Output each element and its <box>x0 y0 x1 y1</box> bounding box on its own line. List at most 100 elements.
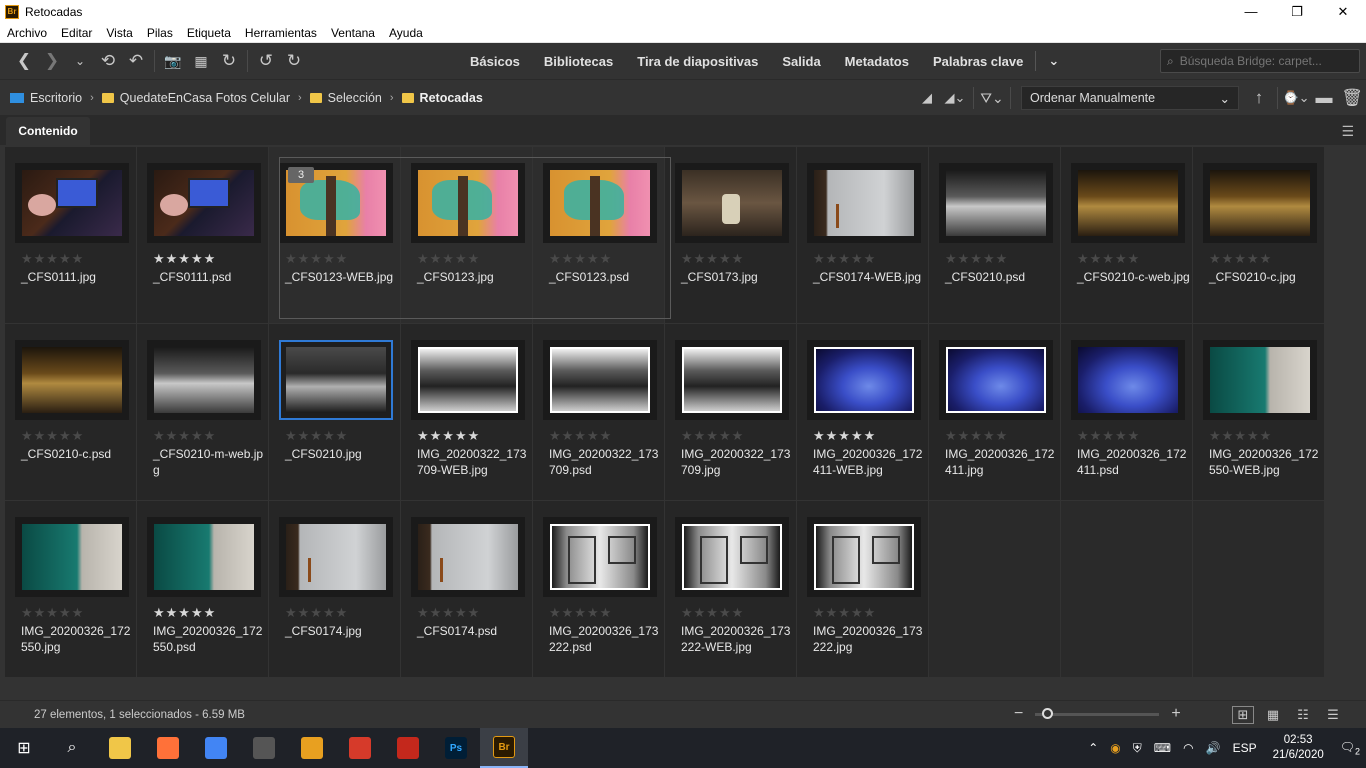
search-box[interactable]: ⌕ <box>1160 49 1360 73</box>
thumbnail-item[interactable]: ★★★★★ IMG_20200326_173222.jpg <box>797 501 928 677</box>
menu-etiqueta[interactable]: Etiqueta <box>180 26 238 40</box>
thumbnail-item[interactable]: ★★★★★ IMG_20200326_172550-WEB.jpg <box>1193 324 1324 500</box>
rating-stars[interactable]: ★★★★★ <box>417 428 480 444</box>
thumbnail-frame[interactable] <box>543 163 657 243</box>
thumbnail-item[interactable]: ★★★★★ _CFS0210-m-web.jpg <box>137 324 268 500</box>
chevron-right-icon[interactable]: › <box>390 92 394 104</box>
thumbnail-frame[interactable] <box>939 163 1053 243</box>
rating-stars[interactable]: ★★★★★ <box>153 251 216 267</box>
zoom-out-icon[interactable]: − <box>1014 705 1023 723</box>
zoom-in-icon[interactable]: + <box>1171 705 1180 723</box>
thumbnail-item[interactable]: ★★★★★ _CFS0210-c.psd <box>5 324 136 500</box>
taskbar-chrome[interactable] <box>192 728 240 768</box>
rating-stars[interactable]: ★★★★★ <box>813 605 876 621</box>
search-icon[interactable]: ⌕ <box>48 728 96 768</box>
crumb-seleccion[interactable]: Selección <box>309 91 382 105</box>
forward-arrow-icon[interactable]: ❯ <box>38 47 66 75</box>
rating-stars[interactable]: ★★★★★ <box>1209 251 1272 267</box>
thumbnail-image[interactable] <box>286 347 386 413</box>
camera-import-icon[interactable]: 📷 <box>159 47 187 75</box>
tab-contenido[interactable]: Contenido <box>6 117 90 145</box>
thumbnail-frame[interactable] <box>411 340 525 420</box>
search-input[interactable] <box>1179 54 1340 68</box>
taskbar-search-app[interactable] <box>288 728 336 768</box>
rating-stars[interactable]: ★★★★★ <box>285 605 348 621</box>
rating-stars[interactable]: ★★★★★ <box>417 251 480 267</box>
thumbnail-item[interactable]: ★★★★★ _CFS0174.jpg <box>269 501 400 677</box>
menu-vista[interactable]: Vista <box>99 26 139 40</box>
rating-stars[interactable]: ★★★★★ <box>681 251 744 267</box>
thumbnail-frame[interactable] <box>147 517 261 597</box>
thumbnail-item[interactable]: ★★★★★ _CFS0111.psd <box>137 147 268 323</box>
thumbnail-frame[interactable] <box>411 517 525 597</box>
rating-stars[interactable]: ★★★★★ <box>417 605 480 621</box>
thumbnail-image[interactable] <box>814 524 914 590</box>
wifi-icon[interactable]: ◠ <box>1177 741 1199 755</box>
thumbnail-image[interactable] <box>946 347 1046 413</box>
panel-menu-icon[interactable]: ☰ <box>1341 123 1354 140</box>
thumbnail-item[interactable]: ★★★★★ _CFS0111.jpg <box>5 147 136 323</box>
thumbnail-frame[interactable] <box>1071 163 1185 243</box>
close-button[interactable]: ✕ <box>1320 0 1366 23</box>
rating-stars[interactable]: ★★★★★ <box>153 428 216 444</box>
thumbnail-frame[interactable] <box>675 340 789 420</box>
thumbnail-image[interactable] <box>1078 347 1178 413</box>
thumbnail-image[interactable] <box>550 347 650 413</box>
thumbnail-image[interactable] <box>1078 170 1178 236</box>
thumbnail-frame[interactable] <box>807 517 921 597</box>
thumbnail-item[interactable]: ★★★★★ IMG_20200322_173709-WEB.jpg <box>401 324 532 500</box>
thumbnail-frame[interactable] <box>675 517 789 597</box>
taskbar-ccleaner[interactable] <box>336 728 384 768</box>
back-arrow-icon[interactable]: ❮ <box>10 47 38 75</box>
thumbnail-image[interactable] <box>154 524 254 590</box>
thumbnail-image[interactable] <box>154 347 254 413</box>
thumbnail-frame[interactable] <box>1203 340 1317 420</box>
open-recent-icon[interactable]: ⌚⌄ <box>1282 84 1310 112</box>
rating-stars[interactable]: ★★★★★ <box>681 428 744 444</box>
rating-stars[interactable]: ★★★★★ <box>285 251 348 267</box>
taskbar-file-explorer[interactable] <box>96 728 144 768</box>
taskbar-bridge[interactable]: Br <box>480 728 528 768</box>
workspace-bibliotecas[interactable]: Bibliotecas <box>532 54 625 69</box>
thumbnail-image[interactable] <box>418 170 518 236</box>
thumbnail-frame[interactable] <box>807 163 921 243</box>
menu-herramientas[interactable]: Herramientas <box>238 26 324 40</box>
thumbnail-item[interactable]: ★★★★★ IMG_20200326_172550.jpg <box>5 501 136 677</box>
thumbnail-item[interactable]: ★★★★★ IMG_20200326_172411.psd <box>1061 324 1192 500</box>
thumbnail-image[interactable] <box>814 347 914 413</box>
rating-stars[interactable]: ★★★★★ <box>285 428 348 444</box>
thumbnail-item[interactable]: ★★★★★ IMG_20200326_173222-WEB.jpg <box>665 501 796 677</box>
thumbnail-image[interactable] <box>418 524 518 590</box>
thumbnail-frame[interactable] <box>15 340 129 420</box>
menu-archivo[interactable]: Archivo <box>0 26 54 40</box>
crumb-quedateencasa[interactable]: QuedateEnCasa Fotos Celular <box>101 91 290 105</box>
thumbnail-image[interactable] <box>154 170 254 236</box>
thumbnail-item[interactable]: ★★★★★ IMG_20200326_172550.psd <box>137 501 268 677</box>
thumbnail-image[interactable] <box>550 524 650 590</box>
thumbnail-image[interactable] <box>22 347 122 413</box>
rotate-right-icon[interactable]: ↻ <box>280 47 308 75</box>
taskbar-calculator[interactable] <box>240 728 288 768</box>
chevron-right-icon[interactable]: › <box>298 92 302 104</box>
thumbnail-frame[interactable] <box>15 163 129 243</box>
rotate-left-icon[interactable]: ↺ <box>252 47 280 75</box>
rating-stars[interactable]: ★★★★★ <box>1077 251 1140 267</box>
stack-count-badge[interactable]: 3 <box>288 167 314 183</box>
rating-stars[interactable]: ★★★★★ <box>549 428 612 444</box>
thumbnail-item[interactable]: ★★★★★ _CFS0210-c.jpg <box>1193 147 1324 323</box>
thumbnail-frame[interactable] <box>543 517 657 597</box>
thumbnail-item[interactable]: ★★★★★ _CFS0210.psd <box>929 147 1060 323</box>
preview-quality-icon[interactable]: ◢⌄ <box>941 84 969 112</box>
windows-start-icon[interactable]: ⊞ <box>0 728 48 768</box>
rating-stars[interactable]: ★★★★★ <box>1077 428 1140 444</box>
taskbar-firefox[interactable] <box>144 728 192 768</box>
thumbnails-view-icon[interactable]: ▦ <box>1262 706 1284 724</box>
chevron-up-icon[interactable]: ⌃ <box>1082 741 1104 755</box>
menu-ventana[interactable]: Ventana <box>324 26 382 40</box>
security-icon[interactable]: ⛨ <box>1127 741 1148 756</box>
thumbnail-item[interactable]: ★★★★★ IMG_20200322_173709.jpg <box>665 324 796 500</box>
thumbnail-image[interactable] <box>946 170 1046 236</box>
thumbnail-image[interactable] <box>550 170 650 236</box>
details-view-icon[interactable]: ☷ <box>1292 706 1314 724</box>
thumbnail-frame[interactable] <box>1203 163 1317 243</box>
